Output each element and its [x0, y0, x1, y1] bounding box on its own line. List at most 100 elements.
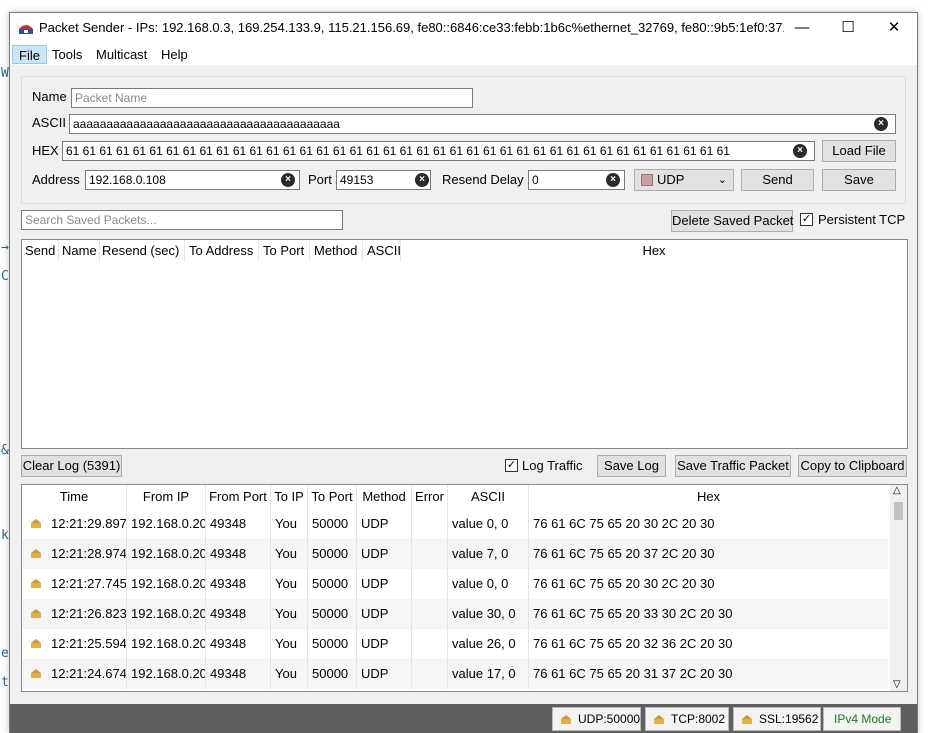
cell-from-port: 49348: [206, 599, 271, 629]
cell-ascii: value 7, 0: [448, 539, 529, 569]
menu-multicast[interactable]: Multicast: [90, 45, 153, 64]
table-row[interactable]: 12:21:28.974 192.168.0.20 49348 You 5000…: [22, 539, 888, 569]
cell-from-port: 49348: [206, 539, 271, 569]
column-header[interactable]: From IP: [127, 485, 206, 509]
ssl-status[interactable]: SSL:19562: [733, 707, 821, 731]
column-header[interactable]: From Port: [206, 485, 271, 509]
method-value: UDP: [657, 172, 685, 187]
hex-label: HEX: [32, 143, 59, 158]
minimize-button[interactable]: —: [779, 13, 825, 43]
cell-error: [412, 539, 448, 569]
maximize-button[interactable]: ☐: [825, 13, 871, 43]
background-char: W: [1, 66, 9, 81]
cell-from-port: 49348: [206, 629, 271, 659]
address-field[interactable]: 192.168.0.108: [85, 170, 300, 190]
udp-status[interactable]: UDP:50000: [552, 707, 641, 731]
cell-error: [412, 629, 448, 659]
cell-from-port: 49348: [206, 509, 271, 539]
packet-name-field[interactable]: Packet Name: [71, 88, 473, 108]
clear-icon[interactable]: ×: [281, 173, 295, 187]
background-char: k: [1, 528, 9, 543]
udp-status-label: UDP:50000: [578, 712, 641, 726]
table-row[interactable]: 12:21:27.745 192.168.0.20 49348 You 5000…: [22, 569, 888, 599]
background-char: e: [1, 646, 9, 661]
menu-file[interactable]: File: [12, 45, 47, 64]
clear-icon[interactable]: ×: [415, 173, 429, 187]
cell-to-ip: You: [271, 599, 308, 629]
packet-icon: [31, 669, 41, 678]
method-select[interactable]: UDP ⌄: [634, 169, 734, 191]
cell-to-port: 50000: [308, 509, 357, 539]
cell-from-ip: 192.168.0.20: [127, 629, 206, 659]
clear-log-button[interactable]: Clear Log (5391): [21, 455, 122, 477]
packet-icon: [561, 715, 571, 724]
title-bar[interactable]: Packet Sender - IPs: 192.168.0.3, 169.25…: [10, 13, 917, 43]
log-traffic-checkbox[interactable]: ✓: [505, 459, 518, 472]
table-row[interactable]: 12:21:24.674 192.168.0.20 49348 You 5000…: [22, 659, 888, 689]
column-header[interactable]: Send: [22, 240, 59, 262]
column-header[interactable]: Hex: [529, 485, 888, 509]
copy-to-clipboard-button[interactable]: Copy to Clipboard: [798, 455, 907, 477]
address-label: Address: [32, 172, 80, 187]
cell-to-ip: You: [271, 659, 308, 689]
column-header[interactable]: To Port: [259, 240, 310, 262]
cell-from-ip: 192.168.0.20: [127, 539, 206, 569]
cell-from-port: 49348: [206, 659, 271, 689]
menu-help[interactable]: Help: [155, 45, 194, 64]
status-bar: UDP:50000 TCP:8002 SSL:19562 IPv4 Mode: [10, 704, 917, 733]
send-button[interactable]: Send: [741, 169, 814, 191]
persistent-tcp-checkbox[interactable]: ✓: [800, 213, 813, 226]
port-label: Port: [308, 172, 332, 187]
cell-method: UDP: [357, 629, 412, 659]
cell-error: [412, 659, 448, 689]
cell-error: [412, 599, 448, 629]
save-traffic-packet-button[interactable]: Save Traffic Packet: [675, 455, 791, 477]
clear-icon[interactable]: ×: [874, 117, 888, 131]
clear-icon[interactable]: ×: [793, 144, 807, 158]
clear-icon[interactable]: ×: [606, 173, 620, 187]
background-char: t: [1, 675, 9, 690]
scroll-thumb[interactable]: [894, 502, 903, 520]
table-row[interactable]: 12:21:25.594 192.168.0.20 49348 You 5000…: [22, 629, 888, 659]
ipv4-mode-button[interactable]: IPv4 Mode: [823, 707, 901, 731]
search-saved-packets-input[interactable]: Search Saved Packets...: [21, 210, 343, 230]
table-row[interactable]: 12:21:26.823 192.168.0.20 49348 You 5000…: [22, 599, 888, 629]
packet-sender-window: Packet Sender - IPs: 192.168.0.3, 169.25…: [9, 12, 918, 733]
table-row[interactable]: 12:21:29.897 192.168.0.20 49348 You 5000…: [22, 509, 888, 539]
column-header[interactable]: To Port: [308, 485, 357, 509]
column-header[interactable]: ASCII: [448, 485, 529, 509]
saved-packets-table[interactable]: Send Name Resend (sec) To Address To Por…: [21, 239, 908, 449]
column-header[interactable]: Error: [412, 485, 448, 509]
scroll-down-icon[interactable]: ▽: [893, 679, 901, 690]
cell-to-ip: You: [271, 539, 308, 569]
load-file-button[interactable]: Load File: [822, 140, 896, 162]
packet-icon: [31, 639, 41, 648]
column-header[interactable]: ASCII: [363, 240, 401, 262]
tcp-status[interactable]: TCP:8002: [645, 707, 729, 731]
cell-time: 12:21:27.745: [47, 569, 127, 599]
menu-tools[interactable]: Tools: [46, 45, 88, 64]
cell-hex: 76 61 6C 75 65 20 37 2C 20 30: [533, 546, 715, 561]
save-button[interactable]: Save: [822, 169, 896, 191]
traffic-log-table[interactable]: Time From IP From Port To IP To Port Met…: [21, 484, 908, 692]
column-header[interactable]: Time: [22, 485, 127, 509]
column-header[interactable]: To Address: [185, 240, 259, 262]
delete-saved-packet-button[interactable]: Delete Saved Packet: [671, 210, 793, 232]
background-char: →: [1, 240, 9, 255]
column-header[interactable]: Method: [310, 240, 363, 262]
column-header[interactable]: Resend (sec): [100, 240, 185, 262]
column-header[interactable]: Method: [357, 485, 412, 509]
save-log-button[interactable]: Save Log: [597, 455, 666, 477]
column-header[interactable]: Hex: [401, 240, 907, 262]
close-button[interactable]: ✕: [871, 13, 917, 43]
cell-error: [412, 569, 448, 599]
column-header[interactable]: Name: [59, 240, 100, 262]
ascii-field[interactable]: aaaaaaaaaaaaaaaaaaaaaaaaaaaaaaaaaaaaaaaa: [69, 114, 896, 134]
resend-delay-label: Resend Delay: [442, 172, 524, 187]
column-header[interactable]: To IP: [271, 485, 308, 509]
scroll-up-icon[interactable]: △: [893, 485, 901, 496]
cell-to-ip: You: [271, 629, 308, 659]
log-scrollbar[interactable]: △ ▽: [890, 485, 907, 691]
hex-field[interactable]: 61 61 61 61 61 61 61 61 61 61 61 61 61 6…: [62, 141, 815, 161]
cell-hex: 76 61 6C 75 65 20 30 2C 20 30: [533, 576, 715, 591]
